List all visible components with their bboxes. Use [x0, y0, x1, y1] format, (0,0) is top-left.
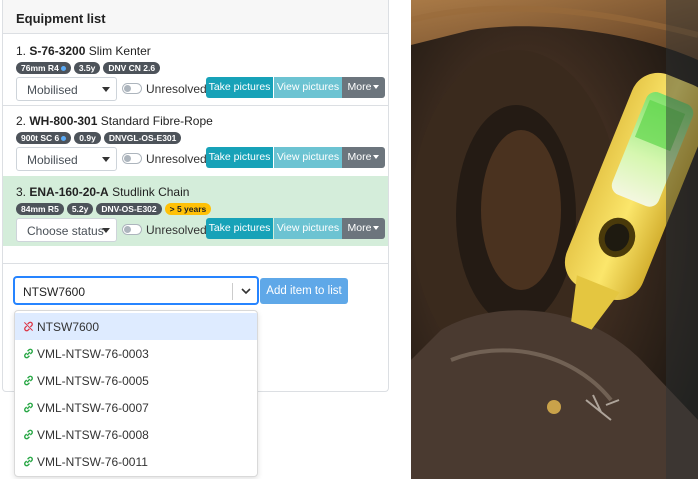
equipment-item-highlighted: 3. ENA-160-20-A Studlink Chain 84mm R5 5… — [3, 176, 388, 246]
section-divider — [3, 263, 388, 264]
item-number: 3. — [16, 185, 27, 199]
item-title: 1. S-76-3200 Slim Kenter — [16, 44, 151, 58]
equipment-item: 2. WH-800-301 Standard Fibre-Rope 900t S… — [3, 105, 388, 175]
info-dot-icon — [61, 136, 67, 142]
item-name: Standard Fibre-Rope — [100, 114, 213, 128]
unresolved-toggle[interactable] — [122, 83, 142, 94]
standard-badge: DNVGL-OS-E301 — [103, 132, 182, 144]
menu-option[interactable]: VML-NTSW-76-0011 — [15, 448, 257, 475]
search-results-menu: NTSW7600 VML-NTSW-76-0003 VML-NTSW-76-00… — [14, 310, 258, 477]
size-badge: 76mm R4 — [16, 62, 71, 74]
unresolved-label: Unresolved — [146, 152, 207, 166]
link-icon — [24, 456, 33, 467]
option-label: NTSW7600 — [37, 320, 100, 334]
status-select[interactable]: Mobilised — [16, 77, 117, 101]
menu-option[interactable]: VML-NTSW-76-0008 — [15, 421, 257, 448]
item-name: Studlink Chain — [112, 185, 190, 199]
menu-option[interactable]: VML-NTSW-76-0007 — [15, 394, 257, 421]
info-dot-icon — [60, 66, 66, 72]
view-pictures-button[interactable]: View pictures — [274, 77, 342, 98]
more-button[interactable]: More — [342, 77, 385, 98]
age-badge: 5.2y — [66, 203, 94, 215]
link-icon — [24, 402, 33, 413]
item-name: Slim Kenter — [88, 44, 151, 58]
age-badge: 3.5y — [73, 62, 101, 74]
option-label: VML-NTSW-76-0005 — [37, 374, 149, 388]
item-badges: 900t SC 6 0.9y DNVGL-OS-E301 — [16, 132, 182, 144]
menu-option[interactable]: VML-NTSW-76-0003 — [15, 340, 257, 367]
more-button[interactable]: More — [342, 147, 385, 168]
add-item-button[interactable]: Add item to list — [260, 278, 348, 304]
status-select[interactable]: Mobilised — [16, 147, 117, 171]
age-badge: 0.9y — [74, 132, 101, 144]
view-pictures-button[interactable]: View pictures — [274, 147, 342, 168]
option-label: VML-NTSW-76-0011 — [37, 455, 148, 469]
size-badge: 84mm R5 — [16, 203, 64, 215]
take-pictures-button[interactable]: Take pictures — [206, 77, 273, 98]
item-title: 2. WH-800-301 Standard Fibre-Rope — [16, 114, 213, 128]
unresolved-toggle[interactable] — [122, 224, 142, 235]
standard-badge: DNV CN 2.6 — [103, 62, 161, 74]
chevron-down-icon — [102, 87, 110, 92]
equipment-panel: Equipment list 1. S-76-3200 Slim Kenter … — [0, 0, 389, 479]
caret-down-icon — [373, 155, 380, 160]
unresolved-label: Unresolved — [146, 82, 207, 96]
chevron-down-icon — [102, 157, 110, 162]
menu-option[interactable]: NTSW7600 — [15, 313, 257, 340]
caret-down-icon — [373, 226, 380, 231]
equipment-photo — [411, 0, 698, 479]
more-button[interactable]: More — [342, 218, 385, 239]
link-icon — [24, 348, 33, 359]
status-select[interactable]: Choose status — [16, 218, 117, 242]
photo-chain-gauge-image — [411, 0, 698, 479]
equipment-item: 1. S-76-3200 Slim Kenter 76mm R4 3.5y DN… — [3, 35, 388, 105]
take-pictures-button[interactable]: Take pictures — [206, 218, 273, 239]
combobox-separator — [232, 283, 233, 300]
item-number: 2. — [16, 114, 27, 128]
menu-option[interactable]: VML-NTSW-76-0005 — [15, 367, 257, 394]
age-warning-badge: > 5 years — [164, 203, 212, 215]
equipment-search-combobox[interactable]: NTSW7600 — [14, 277, 258, 304]
item-number: 1. — [16, 44, 27, 58]
caret-down-icon — [373, 85, 380, 90]
item-code[interactable]: S-76-3200 — [29, 44, 85, 58]
option-label: VML-NTSW-76-0003 — [37, 347, 149, 361]
view-pictures-button[interactable]: View pictures — [274, 218, 342, 239]
take-pictures-button[interactable]: Take pictures — [206, 147, 273, 168]
option-label: VML-NTSW-76-0008 — [37, 428, 149, 442]
item-code[interactable]: WH-800-301 — [29, 114, 97, 128]
equipment-list-header: Equipment list — [3, 0, 388, 34]
item-code[interactable]: ENA-160-20-A — [29, 185, 108, 199]
link-icon — [24, 375, 33, 386]
unresolved-label: Unresolved — [146, 223, 207, 237]
chevron-down-icon[interactable] — [240, 285, 252, 297]
link-icon — [24, 429, 33, 440]
option-label: VML-NTSW-76-0007 — [37, 401, 149, 415]
item-badges: 76mm R4 3.5y DNV CN 2.6 — [16, 62, 161, 74]
standard-badge: DNV-OS-E302 — [96, 203, 162, 215]
item-title: 3. ENA-160-20-A Studlink Chain — [16, 185, 189, 199]
size-badge: 900t SC 6 — [16, 132, 72, 144]
unresolved-toggle[interactable] — [122, 153, 142, 164]
chevron-down-icon — [102, 228, 110, 233]
search-input[interactable]: NTSW7600 — [23, 285, 85, 299]
equipment-list-title: Equipment list — [16, 11, 106, 26]
unlinked-icon — [24, 321, 33, 332]
item-badges: 84mm R5 5.2y DNV-OS-E302 > 5 years — [16, 203, 212, 215]
